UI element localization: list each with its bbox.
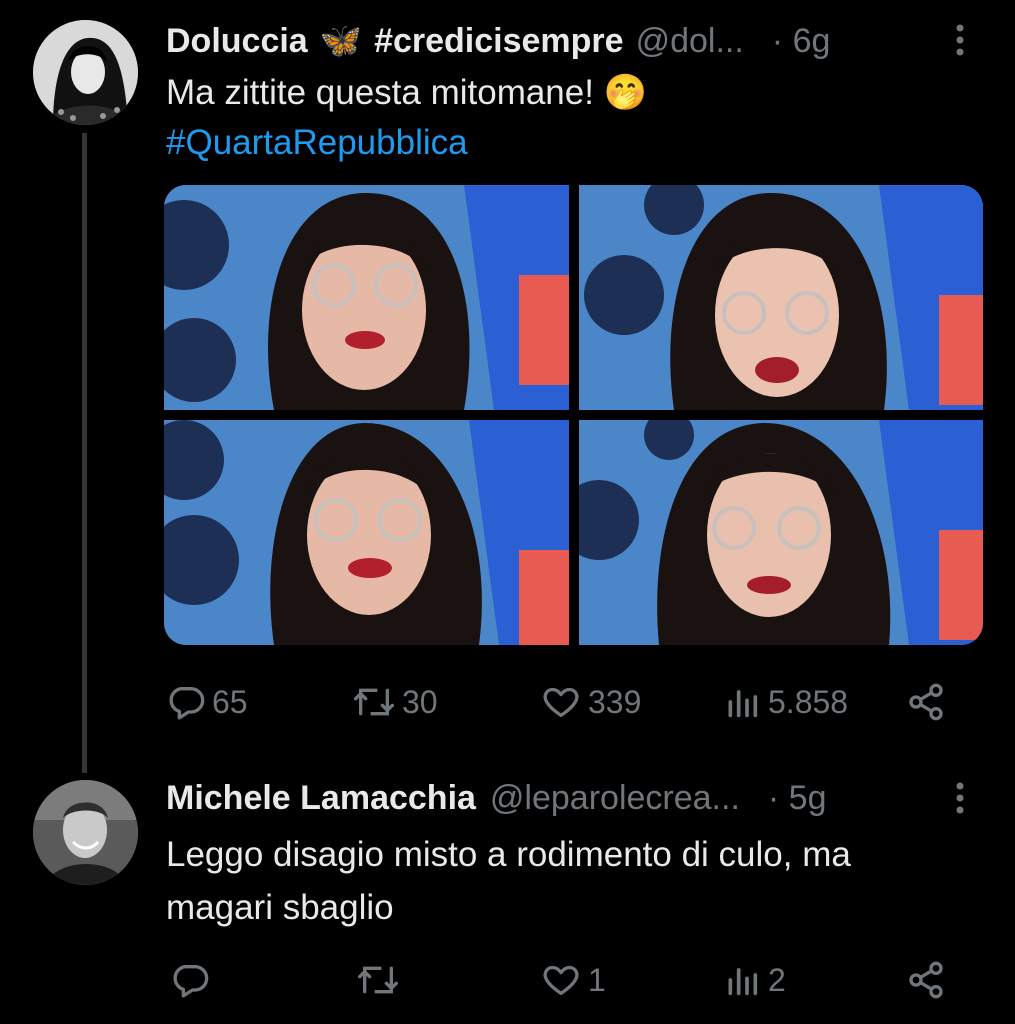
like-button[interactable]: 1 xyxy=(540,950,606,1010)
share-icon xyxy=(906,682,946,722)
retweet-button[interactable] xyxy=(356,950,406,1010)
author-handle[interactable]: @leparolecrea... xyxy=(490,779,740,818)
reply-count: 65 xyxy=(212,683,248,720)
tweet-text-line: Leggo disagio misto a rodimento di culo,… xyxy=(166,835,851,874)
photo-image xyxy=(578,185,983,410)
reply-button[interactable]: 65 xyxy=(166,672,248,732)
media-photo-1[interactable] xyxy=(164,185,569,410)
like-count: 339 xyxy=(588,683,642,720)
tweet-time[interactable]: · 6g xyxy=(772,22,831,61)
author-name-hashtag[interactable]: #credicisempre xyxy=(374,22,624,61)
retweet-button[interactable]: 30 xyxy=(352,672,438,732)
more-icon[interactable] xyxy=(953,20,967,68)
tweet-actions: 65 30 339 5.858 xyxy=(166,672,956,732)
tweet-actions: 1 2 xyxy=(166,950,956,1010)
like-count: 1 xyxy=(588,961,606,998)
heart-icon xyxy=(540,682,582,722)
share-button[interactable] xyxy=(906,950,946,1010)
reply-icon xyxy=(170,960,210,1000)
like-button[interactable]: 339 xyxy=(540,672,641,732)
share-icon xyxy=(906,960,946,1000)
photo-image xyxy=(164,420,569,645)
author-name[interactable]: Doluccia xyxy=(166,22,308,61)
media-photo-2[interactable] xyxy=(578,185,983,410)
media-photo-4[interactable] xyxy=(578,420,983,645)
avatar-image xyxy=(33,20,138,125)
author-name[interactable]: Michele Lamacchia xyxy=(166,779,476,818)
author-handle[interactable]: @dol... xyxy=(636,22,744,61)
views-count: 5.858 xyxy=(768,683,849,720)
photo-image xyxy=(578,420,983,645)
avatar-image xyxy=(33,780,138,885)
views-icon xyxy=(722,960,762,1000)
views-button[interactable]: 2 xyxy=(722,950,786,1010)
media-photo-3[interactable] xyxy=(164,420,569,645)
share-button[interactable] xyxy=(906,672,946,732)
more-icon[interactable] xyxy=(953,778,967,826)
retweet-count: 30 xyxy=(402,683,438,720)
avatar[interactable] xyxy=(33,780,138,885)
photo-image xyxy=(164,185,569,410)
tweet-time[interactable]: · 5g xyxy=(768,779,827,818)
tweet-text: Leggo disagio misto a rodimento di culo,… xyxy=(166,828,851,934)
views-count: 2 xyxy=(768,961,786,998)
tweet-text-line: magari sbaglio xyxy=(166,888,394,927)
hashtag-link[interactable]: #QuartaRepubblica xyxy=(166,118,647,168)
butterfly-emoji: 🦋 xyxy=(319,22,363,60)
reply-icon xyxy=(166,682,206,722)
media-grid[interactable] xyxy=(164,185,983,645)
retweet-icon xyxy=(356,960,400,1000)
tweet-2[interactable]: Michele Lamacchia @leparolecrea... · 5g … xyxy=(0,770,1015,1024)
heart-icon xyxy=(540,960,582,1000)
tweet-text-line: Ma zittite questa mitomane! 🤭 xyxy=(166,73,648,112)
views-icon xyxy=(722,682,762,722)
tweet-1[interactable]: Doluccia 🦋 #credicisempre @dol... · 6g M… xyxy=(0,0,1015,770)
tweet-header: Michele Lamacchia @leparolecrea... · 5g xyxy=(166,774,966,822)
views-button[interactable]: 5.858 xyxy=(722,672,848,732)
retweet-icon xyxy=(352,682,396,722)
reply-button[interactable] xyxy=(170,950,216,1010)
tweet-header: Doluccia 🦋 #credicisempre @dol... · 6g xyxy=(166,17,966,65)
avatar[interactable] xyxy=(33,20,138,125)
tweet-text: Ma zittite questa mitomane! 🤭 #QuartaRep… xyxy=(166,68,647,168)
